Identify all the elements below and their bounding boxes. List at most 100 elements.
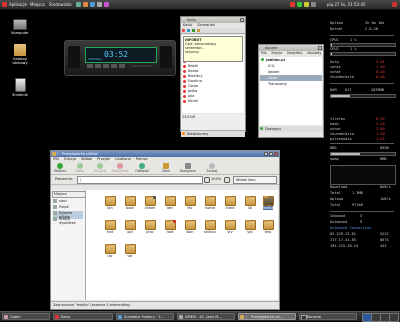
volume-tray-icon[interactable] bbox=[304, 2, 309, 7]
menu-applications[interactable]: Aplikacje bbox=[9, 2, 27, 7]
forward-button[interactable]: Dalej bbox=[71, 162, 89, 173]
prev-button[interactable] bbox=[87, 64, 93, 68]
reload-button[interactable]: Odśwież bbox=[133, 162, 151, 173]
media-player[interactable]: 03:52 128 kbps bbox=[64, 40, 176, 76]
mail-launcher-icon[interactable] bbox=[90, 2, 95, 7]
folder-item[interactable]: opt bbox=[122, 219, 138, 234]
folder-item[interactable]: selinux bbox=[202, 219, 218, 234]
roster-group[interactable]: Transporty bbox=[260, 81, 322, 87]
clock[interactable]: pią 27 lis, 21:52:45 bbox=[327, 2, 366, 7]
place-floppy[interactable]: Stacja dyskietek bbox=[53, 217, 85, 225]
task-file-manager[interactable]: / - Przeglądarka pli... bbox=[238, 313, 296, 320]
folder-item[interactable]: srv bbox=[222, 219, 238, 234]
launcher-icon[interactable] bbox=[76, 2, 81, 7]
menu-bookmarks[interactable]: Ulubione bbox=[115, 157, 131, 161]
menu-view[interactable]: Widok bbox=[81, 157, 92, 161]
menu-help[interactable]: Pomoc bbox=[136, 157, 148, 161]
stop-button[interactable]: Zatrzymaj bbox=[111, 162, 129, 173]
search-icon[interactable] bbox=[197, 29, 200, 32]
menu-contacts[interactable]: Kontakty bbox=[307, 51, 321, 55]
icon-view[interactable]: bin boot cdrom dev etc home initrd lib m… bbox=[86, 190, 278, 300]
folder-item[interactable]: home bbox=[202, 195, 218, 210]
menu-kadu[interactable]: Kadu bbox=[183, 23, 192, 27]
location-input[interactable]: / bbox=[77, 176, 203, 184]
jabber-titlebar[interactable]: Kopete bbox=[259, 45, 323, 51]
folder-item[interactable]: lib bbox=[242, 195, 258, 210]
menu-modify[interactable]: Modyfikuj bbox=[287, 51, 302, 55]
app-menu-icon[interactable] bbox=[2, 2, 7, 7]
kadu-tray-icon[interactable] bbox=[290, 2, 295, 7]
up-button[interactable]: W górę bbox=[91, 162, 109, 173]
menu-file[interactable]: Plik bbox=[53, 157, 59, 161]
view-mode-select[interactable]: Widok ikon bbox=[233, 176, 277, 184]
jabber-status-selector[interactable]: Dostępny bbox=[259, 126, 323, 132]
zoom-in-icon[interactable] bbox=[224, 177, 230, 183]
computer-button[interactable]: Komputer bbox=[179, 162, 197, 173]
folder-item[interactable]: etc bbox=[182, 195, 198, 210]
kadu-contact-list[interactable]: INFOBOT Opis: samorodzący serwerdpr... a… bbox=[182, 35, 244, 113]
desktop-icon-home[interactable]: Katalog domowy bbox=[6, 44, 34, 65]
maximize-button[interactable] bbox=[269, 152, 273, 156]
task-kadu[interactable]: Kadu bbox=[53, 313, 113, 320]
updates-tray-icon[interactable] bbox=[311, 2, 316, 7]
next-button[interactable] bbox=[119, 64, 125, 68]
task-xmms[interactable]: XMMS - 61. Jean M... bbox=[177, 313, 235, 320]
folder-item[interactable]: var bbox=[122, 243, 138, 258]
folder-item[interactable]: tmp bbox=[260, 219, 276, 234]
folder-item[interactable]: mnt bbox=[102, 219, 118, 234]
file-manager-titlebar[interactable]: / - Przeglądarka plików bbox=[51, 151, 279, 157]
task-gajim[interactable]: Gajim bbox=[2, 313, 50, 320]
stop-button[interactable] bbox=[111, 64, 117, 68]
menu-system[interactable]: Środowisko bbox=[49, 2, 72, 7]
minimize-button[interactable] bbox=[264, 152, 268, 156]
menu-go[interactable]: Przejdź bbox=[97, 157, 110, 161]
zoom-out-icon[interactable] bbox=[204, 177, 210, 183]
add-icon[interactable] bbox=[187, 29, 190, 32]
folder-item-selected[interactable]: media bbox=[260, 195, 276, 210]
task-thunderbird[interactable]: Zukładko Foldery - T... bbox=[116, 313, 174, 320]
folder-item[interactable]: usr bbox=[102, 243, 118, 258]
side-pane-selector[interactable]: Miejsca bbox=[52, 191, 86, 198]
search-button[interactable]: Szukaj bbox=[203, 162, 221, 173]
folder-item[interactable]: root bbox=[162, 219, 178, 234]
desktop-icon-computer[interactable]: Komputer bbox=[6, 17, 34, 35]
back-button[interactable]: Wstecz bbox=[51, 162, 69, 173]
place-desktop[interactable]: Pulpit bbox=[53, 205, 69, 209]
folder-item[interactable]: initrd bbox=[222, 195, 238, 210]
workspace-4[interactable] bbox=[389, 313, 399, 322]
menu-file[interactable]: Plik bbox=[261, 51, 267, 55]
kadu-titlebar[interactable]: Kadu bbox=[181, 17, 245, 23]
folder-item[interactable]: bin bbox=[102, 195, 118, 210]
pause-button[interactable] bbox=[103, 64, 109, 68]
task-konsole[interactable]: Konsole bbox=[299, 313, 357, 320]
folder-item[interactable]: sys bbox=[242, 219, 258, 234]
jabber-roster[interactable]: jabhim.pl ICQ Jabber Gadu Transporty bbox=[260, 57, 322, 125]
kadu-status-selector[interactable]: Niewidoczny bbox=[181, 130, 245, 137]
status-icon[interactable] bbox=[182, 29, 185, 32]
folder-item[interactable]: dev bbox=[162, 195, 178, 210]
close-button[interactable] bbox=[240, 18, 244, 22]
menu-edit[interactable]: Edycja bbox=[272, 51, 283, 55]
shutdown-icon[interactable] bbox=[392, 2, 397, 7]
close-button[interactable] bbox=[318, 46, 322, 50]
folder-item[interactable]: sbin bbox=[182, 219, 198, 234]
folder-item[interactable]: boot bbox=[122, 195, 138, 210]
firefox-launcher-icon[interactable] bbox=[83, 2, 88, 7]
menu-places[interactable]: Miejsca bbox=[30, 2, 45, 7]
menu-edit[interactable]: Edycja bbox=[64, 157, 76, 161]
volume-slider[interactable] bbox=[131, 65, 153, 67]
roster-account[interactable]: jabhim.pl bbox=[260, 57, 322, 63]
chat-icon[interactable] bbox=[192, 29, 195, 32]
network-tray-icon[interactable] bbox=[297, 2, 302, 7]
contact-item[interactable]: Kamil bbox=[182, 99, 244, 104]
editor-launcher-icon[interactable] bbox=[104, 2, 109, 7]
play-button[interactable] bbox=[95, 64, 101, 68]
terminal-launcher-icon[interactable] bbox=[97, 2, 102, 7]
desktop-icon-trash[interactable]: Śmietnik bbox=[6, 78, 34, 97]
close-button[interactable] bbox=[274, 152, 278, 156]
folder-item[interactable]: cdrom bbox=[142, 195, 158, 210]
place-network[interactable]: sieci bbox=[53, 199, 67, 203]
folder-item[interactable]: proc bbox=[142, 219, 158, 234]
menu-zerwanka[interactable]: Zerwanka bbox=[197, 23, 215, 27]
home-button[interactable]: Dom bbox=[157, 162, 175, 173]
